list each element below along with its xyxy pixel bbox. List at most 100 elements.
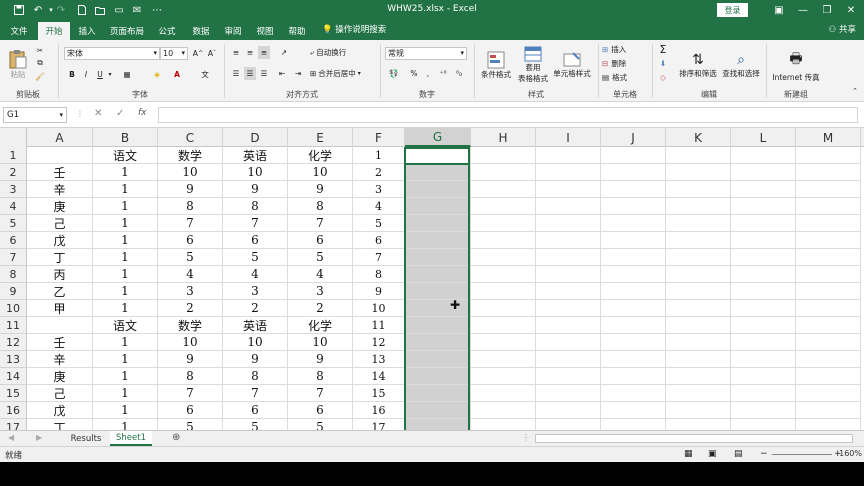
cell-b14[interactable]: 1 xyxy=(93,368,158,385)
cell-b11[interactable]: 语文 xyxy=(93,317,158,334)
share-button[interactable]: ⚇ 共享 xyxy=(829,23,856,35)
cell-i6[interactable] xyxy=(536,232,601,249)
internet-fax-button[interactable]: 🖶 Internet 传真 xyxy=(770,44,822,86)
cell-b3[interactable]: 1 xyxy=(93,181,158,198)
cell-l14[interactable] xyxy=(731,368,796,385)
cell-g15[interactable] xyxy=(405,385,471,402)
cell-f15[interactable]: 15 xyxy=(353,385,405,402)
cell-m1[interactable] xyxy=(796,147,861,164)
cell-b16[interactable]: 1 xyxy=(93,402,158,419)
orientation-icon[interactable]: ↗ xyxy=(276,46,292,59)
cell-k12[interactable] xyxy=(666,334,731,351)
cell-a5[interactable]: 己 xyxy=(27,215,93,232)
row-header-16[interactable]: 16 xyxy=(0,402,27,419)
cell-e4[interactable]: 8 xyxy=(288,198,353,215)
cell-i15[interactable] xyxy=(536,385,601,402)
cell-k1[interactable] xyxy=(666,147,731,164)
cell-g11[interactable] xyxy=(405,317,471,334)
cell-k17[interactable] xyxy=(666,419,731,430)
cell-m10[interactable] xyxy=(796,300,861,317)
cell-b1[interactable]: 语文 xyxy=(93,147,158,164)
name-box[interactable]: G1 ▾ xyxy=(3,107,67,123)
cell-f1[interactable]: 1 xyxy=(353,147,405,164)
cell-j5[interactable] xyxy=(601,215,666,232)
delete-cells-button[interactable]: ⊟ 删除 xyxy=(602,57,648,70)
new-file-icon[interactable] xyxy=(75,3,89,17)
cell-a10[interactable]: 甲 xyxy=(27,300,93,317)
cell-a8[interactable]: 丙 xyxy=(27,266,93,283)
cell-a14[interactable]: 庚 xyxy=(27,368,93,385)
align-middle-icon[interactable]: ≡ xyxy=(244,46,256,59)
cell-i14[interactable] xyxy=(536,368,601,385)
cell-f17[interactable]: 17 xyxy=(353,419,405,430)
cell-i7[interactable] xyxy=(536,249,601,266)
cell-g5[interactable] xyxy=(405,215,471,232)
column-header-b[interactable]: B xyxy=(93,128,158,147)
cell-c8[interactable]: 4 xyxy=(158,266,223,283)
column-header-d[interactable]: D xyxy=(223,128,288,147)
cell-e15[interactable]: 7 xyxy=(288,385,353,402)
cell-g7[interactable] xyxy=(405,249,471,266)
cell-h4[interactable] xyxy=(471,198,536,215)
cell-i9[interactable] xyxy=(536,283,601,300)
sort-filter-button[interactable]: ⇅ 排序和筛选 xyxy=(676,44,720,86)
cell-c17[interactable]: 5 xyxy=(158,419,223,430)
tab-split-handle[interactable]: ⋮ xyxy=(522,433,530,442)
cell-l17[interactable] xyxy=(731,419,796,430)
tab-insert[interactable]: 插入 xyxy=(72,22,102,40)
row-header-1[interactable]: 1 xyxy=(0,147,27,164)
cell-l3[interactable] xyxy=(731,181,796,198)
cell-style-button[interactable]: 单元格样式 xyxy=(552,44,592,86)
cell-e17[interactable]: 5 xyxy=(288,419,353,430)
cell-k9[interactable] xyxy=(666,283,731,300)
font-size-select[interactable]: 10 ▾ xyxy=(160,47,188,60)
tab-view[interactable]: 视图 xyxy=(250,22,280,40)
cell-m14[interactable] xyxy=(796,368,861,385)
cell-j10[interactable] xyxy=(601,300,666,317)
redo-icon[interactable]: ↷ xyxy=(54,3,68,17)
cell-m5[interactable] xyxy=(796,215,861,232)
cell-l16[interactable] xyxy=(731,402,796,419)
cell-b9[interactable]: 1 xyxy=(93,283,158,300)
currency-icon[interactable]: 💱 xyxy=(386,67,402,80)
column-header-j[interactable]: J xyxy=(601,128,666,147)
cell-d9[interactable]: 3 xyxy=(223,283,288,300)
cell-f12[interactable]: 12 xyxy=(353,334,405,351)
cell-d8[interactable]: 4 xyxy=(223,266,288,283)
next-sheet-icon[interactable]: ▶ xyxy=(36,433,42,442)
cell-k15[interactable] xyxy=(666,385,731,402)
cell-l12[interactable] xyxy=(731,334,796,351)
cell-k3[interactable] xyxy=(666,181,731,198)
align-bottom-icon[interactable]: ≡ xyxy=(258,46,270,59)
cell-d14[interactable]: 8 xyxy=(223,368,288,385)
column-header-f[interactable]: F xyxy=(353,128,405,147)
cell-l8[interactable] xyxy=(731,266,796,283)
cell-j2[interactable] xyxy=(601,164,666,181)
find-select-button[interactable]: ⌕ 查找和选择 xyxy=(720,44,762,86)
cell-k4[interactable] xyxy=(666,198,731,215)
zoom-level[interactable]: 160% xyxy=(839,449,862,458)
undo-icon[interactable]: ↶ xyxy=(31,3,45,17)
cell-i2[interactable] xyxy=(536,164,601,181)
phonetic-icon[interactable]: 文 xyxy=(198,67,212,81)
cell-l2[interactable] xyxy=(731,164,796,181)
cell-c6[interactable]: 6 xyxy=(158,232,223,249)
cell-l6[interactable] xyxy=(731,232,796,249)
cell-c2[interactable]: 10 xyxy=(158,164,223,181)
close-icon[interactable]: ✕ xyxy=(840,2,862,18)
cell-e7[interactable]: 5 xyxy=(288,249,353,266)
cell-i16[interactable] xyxy=(536,402,601,419)
cell-b5[interactable]: 1 xyxy=(93,215,158,232)
cell-g16[interactable] xyxy=(405,402,471,419)
cell-k2[interactable] xyxy=(666,164,731,181)
cell-b2[interactable]: 1 xyxy=(93,164,158,181)
row-header-9[interactable]: 9 xyxy=(0,283,27,300)
cell-d15[interactable]: 7 xyxy=(223,385,288,402)
cell-h1[interactable] xyxy=(471,147,536,164)
ribbon-display-icon[interactable]: ▣ xyxy=(768,2,790,18)
format-cells-button[interactable]: ▤ 格式 xyxy=(602,71,648,84)
cell-e1[interactable]: 化学 xyxy=(288,147,353,164)
page-layout-view-icon[interactable]: ▣ xyxy=(708,449,717,459)
cell-f11[interactable]: 11 xyxy=(353,317,405,334)
row-header-4[interactable]: 4 xyxy=(0,198,27,215)
